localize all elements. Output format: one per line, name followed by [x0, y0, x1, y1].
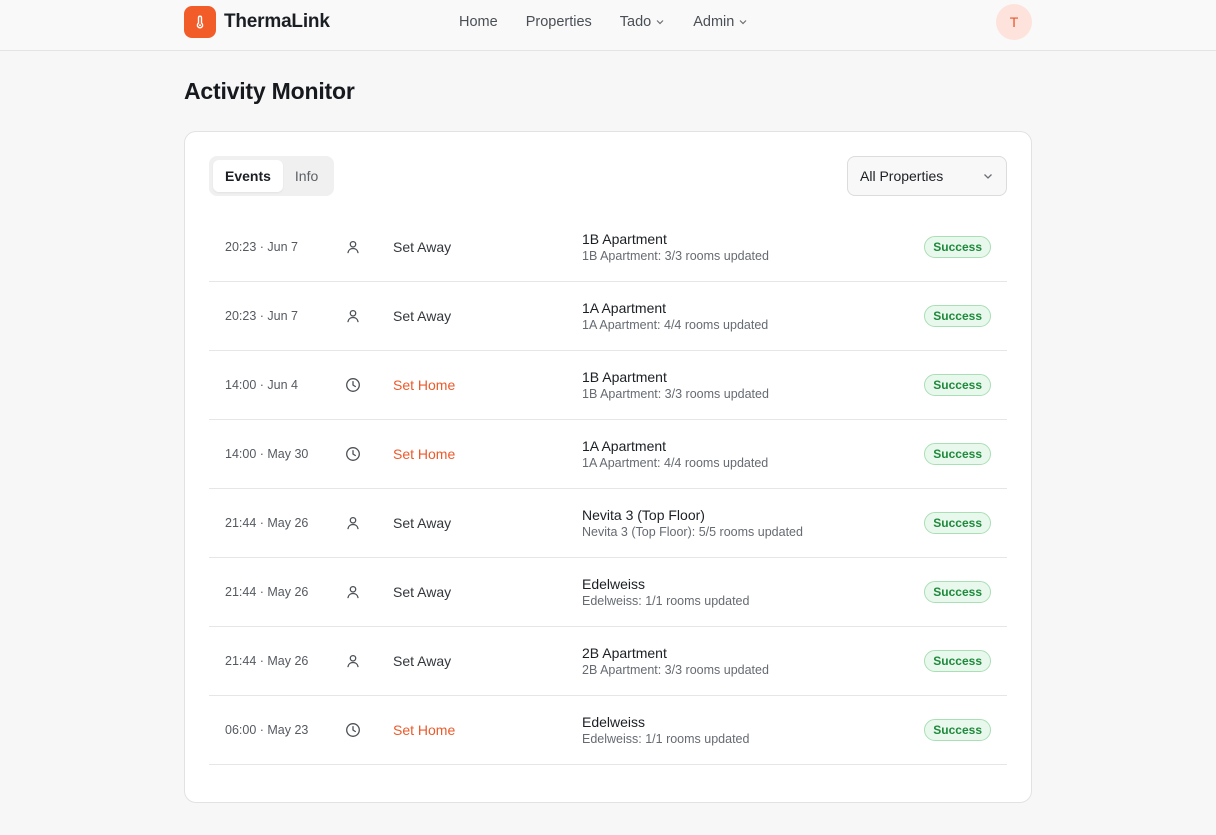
status-badge: Success	[924, 236, 991, 258]
activity-card: Events Info All Properties 20:23 · Jun 7…	[184, 131, 1032, 803]
property-name: 2B Apartment	[582, 644, 667, 661]
status-badge: Success	[924, 581, 991, 603]
event-action: Set Home	[393, 446, 456, 462]
clock-icon	[345, 420, 361, 488]
event-action: Set Away	[393, 308, 452, 324]
event-time: 14:00 · Jun 4	[225, 378, 298, 392]
nav-link-admin[interactable]: Admin	[693, 14, 748, 30]
property-detail: 1A Apartment: 4/4 rooms updated	[582, 455, 769, 470]
property-name: Nevita 3 (Top Floor)	[582, 506, 705, 523]
brand-name: ThermaLink	[224, 11, 330, 32]
user-icon	[345, 282, 361, 350]
event-row[interactable]: 14:00 · Jun 4 Set Home 1B Apartment 1B A…	[209, 351, 1007, 420]
property-detail: 1B Apartment: 3/3 rooms updated	[582, 386, 769, 401]
event-row[interactable]: 06:00 · May 23 Set Home Edelweiss Edelwe…	[209, 696, 1007, 765]
event-time: 21:44 · May 26	[225, 654, 309, 668]
event-time: 20:23 · Jun 7	[225, 240, 298, 254]
thermometer-icon	[184, 6, 216, 38]
property-detail: Edelweiss: 1/1 rooms updated	[582, 731, 750, 746]
property-name: 1A Apartment	[582, 437, 667, 454]
nav-link-label: Home	[459, 14, 498, 30]
status-badge: Success	[924, 650, 991, 672]
property-filter-select[interactable]: All Properties	[847, 156, 1007, 196]
status-badge: Success	[924, 374, 991, 396]
navbar-inner: ThermaLink Home Properties Tado Admin T	[184, 0, 1032, 44]
property-filter-value: All Properties	[860, 168, 944, 184]
event-property: 1A Apartment 1A Apartment: 4/4 rooms upd…	[582, 420, 768, 488]
user-avatar[interactable]: T	[996, 4, 1032, 40]
user-icon	[345, 213, 361, 281]
page-title: Activity Monitor	[184, 78, 355, 104]
event-property: 1B Apartment 1B Apartment: 3/3 rooms upd…	[582, 213, 769, 281]
nav-link-home[interactable]: Home	[459, 14, 498, 30]
top-navbar: ThermaLink Home Properties Tado Admin T	[0, 0, 1216, 51]
status-badge: Success	[924, 305, 991, 327]
event-time: 21:44 · May 26	[225, 585, 309, 599]
property-name: Edelweiss	[582, 575, 646, 592]
property-name: 1B Apartment	[582, 230, 667, 247]
event-row[interactable]: 21:44 · May 26 Set Away Nevita 3 (Top Fl…	[209, 489, 1007, 558]
event-action: Set Away	[393, 515, 452, 531]
event-list: 20:23 · Jun 7 Set Away 1B Apartment 1B A…	[209, 213, 1007, 765]
event-time: 14:00 · May 30	[225, 447, 309, 461]
event-time: 21:44 · May 26	[225, 516, 309, 530]
event-action: Set Home	[393, 722, 456, 738]
event-property: Nevita 3 (Top Floor) Nevita 3 (Top Floor…	[582, 489, 803, 557]
chevron-down-icon	[984, 174, 992, 179]
nav-link-label: Admin	[693, 14, 735, 30]
event-property: Edelweiss Edelweiss: 1/1 rooms updated	[582, 696, 749, 764]
event-row[interactable]: 20:23 · Jun 7 Set Away 1A Apartment 1A A…	[209, 282, 1007, 351]
property-detail: 2B Apartment: 3/3 rooms updated	[582, 662, 769, 677]
nav-links: Home Properties Tado Admin	[459, 0, 748, 44]
event-time: 20:23 · Jun 7	[225, 309, 298, 323]
status-badge: Success	[924, 512, 991, 534]
status-badge: Success	[924, 719, 991, 741]
event-action: Set Away	[393, 584, 452, 600]
user-icon	[345, 489, 361, 557]
property-name: Edelweiss	[582, 713, 646, 730]
event-property: 1B Apartment 1B Apartment: 3/3 rooms upd…	[582, 351, 769, 419]
event-property: 2B Apartment 2B Apartment: 3/3 rooms upd…	[582, 627, 769, 695]
tab-info[interactable]: Info	[283, 160, 330, 192]
clock-icon	[345, 351, 361, 419]
status-badge: Success	[924, 443, 991, 465]
nav-link-tado[interactable]: Tado	[620, 14, 665, 30]
property-detail: 1A Apartment: 4/4 rooms updated	[582, 317, 769, 332]
tab-events[interactable]: Events	[213, 160, 283, 192]
event-row[interactable]: 21:44 · May 26 Set Away Edelweiss Edelwe…	[209, 558, 1007, 627]
nav-link-properties[interactable]: Properties	[526, 14, 592, 30]
event-action: Set Away	[393, 239, 452, 255]
brand[interactable]: ThermaLink	[184, 6, 330, 38]
event-action: Set Away	[393, 653, 452, 669]
event-property: 1A Apartment 1A Apartment: 4/4 rooms upd…	[582, 282, 768, 350]
user-icon	[345, 627, 361, 695]
property-detail: Edelweiss: 1/1 rooms updated	[582, 593, 750, 608]
property-detail: 1B Apartment: 3/3 rooms updated	[582, 248, 769, 263]
property-name: 1A Apartment	[582, 299, 667, 316]
event-property: Edelweiss Edelweiss: 1/1 rooms updated	[582, 558, 749, 626]
property-detail: Nevita 3 (Top Floor): 5/5 rooms updated	[582, 524, 803, 539]
event-time: 06:00 · May 23	[225, 723, 309, 737]
clock-icon	[345, 696, 361, 764]
nav-link-label: Properties	[525, 14, 592, 30]
user-icon	[345, 558, 361, 626]
event-action: Set Home	[393, 377, 456, 393]
nav-link-label: Tado	[619, 14, 652, 30]
property-name: 1B Apartment	[582, 368, 667, 385]
event-row[interactable]: 21:44 · May 26 Set Away 2B Apartment 2B …	[209, 627, 1007, 696]
chevron-down-icon	[656, 20, 664, 25]
event-row[interactable]: 20:23 · Jun 7 Set Away 1B Apartment 1B A…	[209, 213, 1007, 282]
tab-list: Events Info	[209, 156, 335, 196]
chevron-down-icon	[739, 20, 747, 25]
event-row[interactable]: 14:00 · May 30 Set Home 1A Apartment 1A …	[209, 420, 1007, 489]
